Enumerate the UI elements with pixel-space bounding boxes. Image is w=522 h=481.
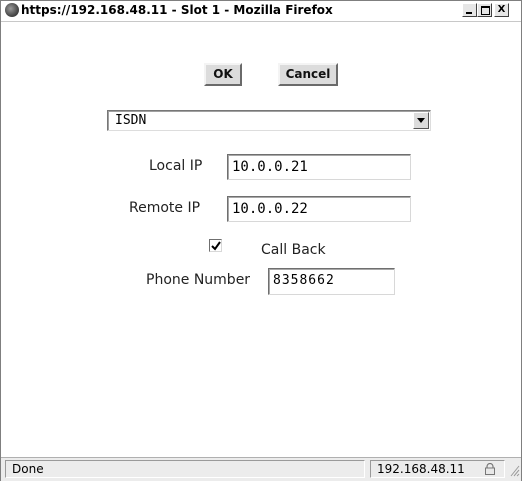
phone-number-field[interactable]: 8358662: [268, 268, 395, 295]
title-bar[interactable]: https://192.168.48.11 - Slot 1 - Mozilla…: [1, 1, 521, 22]
ok-button[interactable]: OK: [204, 63, 242, 86]
cancel-button[interactable]: Cancel: [278, 63, 338, 86]
browser-window: https://192.168.48.11 - Slot 1 - Mozilla…: [0, 0, 522, 481]
resize-grip-icon[interactable]: [508, 463, 520, 477]
remote-ip-field[interactable]: 10.0.0.22: [227, 196, 411, 222]
close-icon: X: [497, 4, 506, 15]
status-text: Done: [12, 462, 44, 476]
local-ip-label: Local IP: [149, 158, 203, 174]
call-back-label: Call Back: [261, 242, 326, 258]
dropdown-arrow-icon[interactable]: [413, 112, 429, 129]
maximize-icon: [481, 6, 490, 15]
local-ip-field[interactable]: 10.0.0.21: [227, 154, 411, 180]
firefox-icon: [5, 3, 19, 17]
maximize-button[interactable]: [477, 3, 492, 17]
status-panel: Done: [5, 460, 365, 478]
minimize-icon: [466, 12, 472, 14]
status-host: 192.168.48.11: [377, 462, 465, 476]
phone-number-label: Phone Number: [146, 272, 251, 288]
checkmark-icon: [211, 241, 221, 251]
connection-type-value: ISDN: [115, 113, 147, 128]
security-panel[interactable]: 192.168.48.11: [370, 460, 505, 478]
close-button[interactable]: X: [494, 3, 509, 17]
status-bar: Done 192.168.48.11: [1, 457, 521, 481]
remote-ip-label: Remote IP: [129, 200, 201, 216]
minimize-button[interactable]: [462, 3, 477, 17]
connection-type-select[interactable]: ISDN: [107, 110, 431, 131]
call-back-checkbox[interactable]: [209, 239, 222, 252]
lock-icon[interactable]: [483, 463, 497, 475]
window-title: https://192.168.48.11 - Slot 1 - Mozilla…: [21, 3, 333, 17]
